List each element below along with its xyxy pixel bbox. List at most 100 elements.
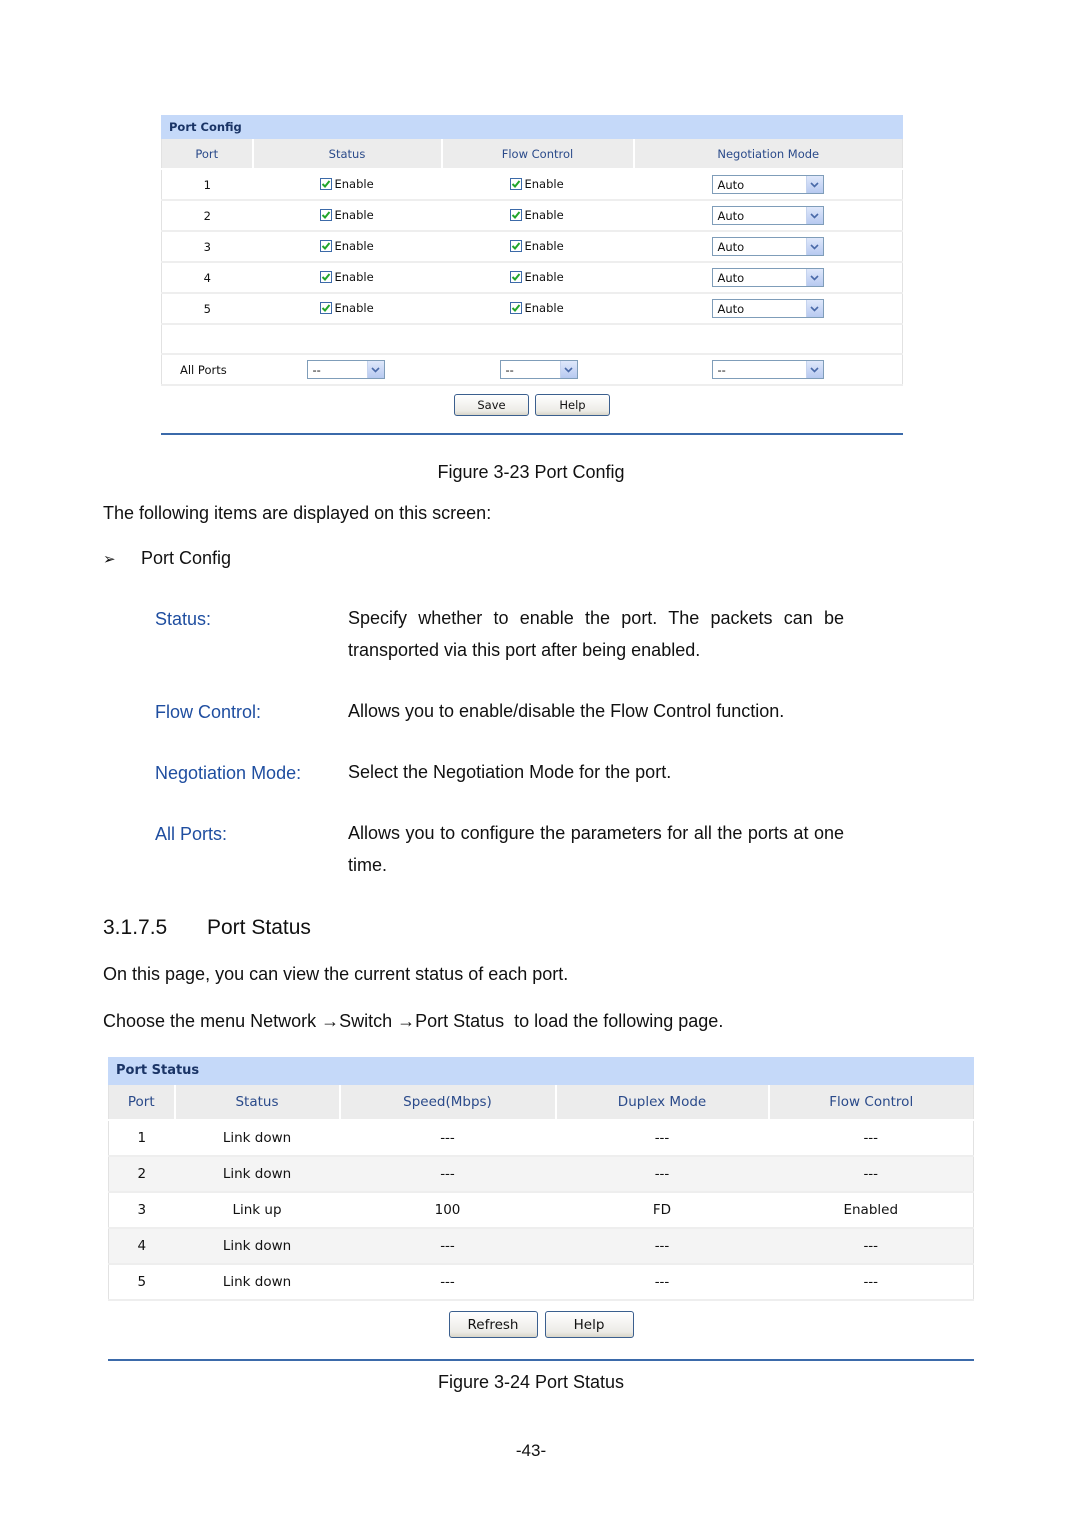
desc-all-ports: Allows you to configure the parameters f… [348,823,844,875]
checkbox-label: Enable [334,177,374,191]
table-row: 5 Enable Enable Auto [161,293,903,325]
port-number: 3 [161,231,253,263]
help-button[interactable]: Help [535,394,610,416]
port-status-buttons: Refresh Help [108,1301,974,1351]
status-checkbox[interactable]: Enable [319,177,374,191]
desc-negotiation-mode: Select the Negotiation Mode for the port… [348,762,672,782]
table-row: 1 Enable Enable Auto [161,169,903,201]
page-number: -43- [515,1441,547,1460]
all-ports-row: All Ports -- -- -- [161,354,903,386]
col-port: Port [161,139,254,170]
save-button[interactable]: Save [454,394,529,416]
chevron-down-icon [805,176,823,193]
port-number: 4 [108,1228,175,1265]
checkbox-label: Enable [524,301,564,315]
flow-control-checkbox[interactable]: Enable [509,239,564,253]
flow-control-value: --- [768,1156,974,1193]
checkbox-checked-icon [509,240,522,252]
duplex-value: --- [555,1228,769,1265]
port-status-title: Port Status [108,1057,974,1085]
checkbox-label: Enable [334,208,374,222]
status-checkbox[interactable]: Enable [319,239,374,253]
select-value: Auto [717,208,745,223]
bullet-item: ➢ Port Config [103,549,231,568]
section-title: Port Status [207,916,311,939]
port-status-table: Port Status Speed(Mbps) Duplex Mode Flow… [108,1085,974,1301]
checkbox-checked-icon [509,209,522,221]
speed-value: --- [339,1264,556,1301]
section-number: 3.1.7.5 [103,916,168,939]
flow-control-value: Enabled [768,1192,974,1229]
checkbox-checked-icon [319,271,332,283]
chevron-down-icon [559,361,577,378]
all-ports-label: All Ports [161,354,253,386]
duplex-value: --- [555,1264,769,1301]
negotiation-mode-select[interactable]: Auto [711,237,824,256]
intro-text: The following items are displayed on thi… [103,503,492,523]
port-number: 1 [161,169,253,201]
checkbox-checked-icon [319,209,332,221]
negotiation-mode-select[interactable]: Auto [711,206,824,225]
panel-bottom-rule [108,1359,974,1361]
figure-3-23-caption: Figure 3-23 Port Config [437,462,625,482]
all-ports-status-select[interactable]: -- [306,360,385,379]
flow-control-checkbox[interactable]: Enable [509,270,564,284]
flow-control-value: --- [768,1264,974,1301]
select-value: Auto [717,301,745,316]
port-number: 2 [108,1156,175,1193]
speed-value: --- [339,1156,556,1193]
link-status: Link down [174,1264,340,1301]
term-status: Status: [155,609,212,629]
link-status: Link down [174,1156,340,1193]
flow-control-checkbox[interactable]: Enable [509,208,564,222]
checkbox-label: Enable [524,270,564,284]
status-checkbox[interactable]: Enable [319,208,374,222]
term-flow-control: Flow Control: [155,702,262,722]
table-row: 3 Link up 100 FD Enabled [108,1192,974,1229]
col-port: Port [108,1085,176,1121]
table-row: 5 Link down --- --- --- [108,1264,974,1301]
port-config-header-row: Port Status Flow Control Negotiation Mod… [161,139,903,170]
port-number: 4 [161,262,253,294]
help-button[interactable]: Help [544,1311,634,1338]
col-flow-control: Flow Control [768,1085,974,1121]
refresh-button[interactable]: Refresh [448,1311,538,1338]
negotiation-mode-select[interactable]: Auto [711,268,824,287]
all-ports-negotiation-mode-select[interactable]: -- [711,360,824,379]
flow-control-checkbox[interactable]: Enable [509,177,564,191]
speed-value: --- [339,1120,556,1157]
bullet-label: Port Config [141,548,232,568]
select-value: -- [717,362,726,377]
port-config-table: Port Status Flow Control Negotiation Mod… [161,139,903,386]
status-checkbox[interactable]: Enable [319,270,374,284]
port-number: 1 [108,1120,175,1157]
chevron-down-icon [805,361,823,378]
figure-3-24-caption: Figure 3-24 Port Status [437,1372,625,1392]
port-status-panel: Port Status Port Status Speed(Mbps) Dupl… [108,1057,974,1361]
checkbox-label: Enable [334,301,374,315]
checkbox-checked-icon [509,302,522,314]
checkbox-label: Enable [334,239,374,253]
col-negotiation-mode: Negotiation Mode [633,139,903,170]
port-config-buttons: Save Help [161,386,903,426]
negotiation-mode-select[interactable]: Auto [711,175,824,194]
col-status: Status [252,139,443,170]
chevron-down-icon [805,238,823,255]
status-checkbox[interactable]: Enable [319,301,374,315]
select-value: Auto [717,177,745,192]
section-heading: 3.1.7.5 Port Status [103,916,311,939]
duplex-value: FD [555,1192,769,1229]
all-ports-flow-control-select[interactable]: -- [499,360,578,379]
select-value: Auto [717,239,745,254]
table-row: 4 Link down --- --- --- [108,1228,974,1265]
negotiation-mode-select[interactable]: Auto [711,299,824,318]
select-value: -- [505,362,514,377]
port-number: 2 [161,200,253,232]
checkbox-checked-icon [319,302,332,314]
col-status: Status [174,1085,341,1121]
flow-control-checkbox[interactable]: Enable [509,301,564,315]
chevron-down-icon [366,361,384,378]
arrow-bullet-icon: ➢ [103,551,116,568]
checkbox-checked-icon [319,240,332,252]
port-config-panel: Port Config Port Status Flow Control Neg… [161,115,903,435]
